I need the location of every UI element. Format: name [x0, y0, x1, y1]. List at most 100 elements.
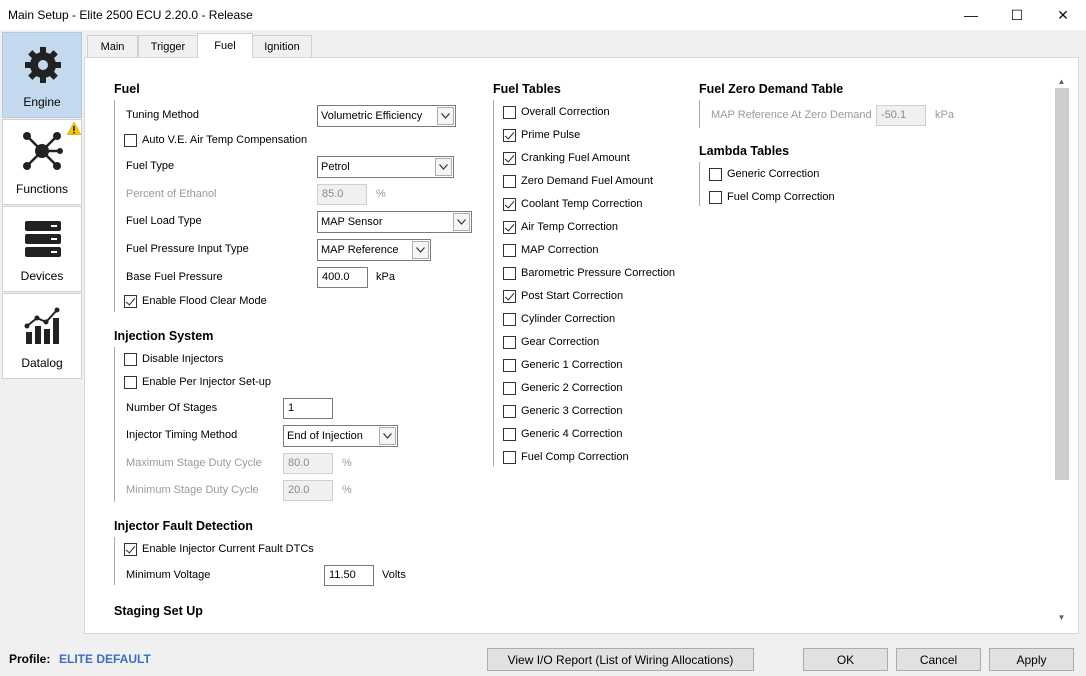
sidebar-item-datalog[interactable]: Datalog	[2, 293, 82, 379]
table-checkbox-label: Post Start Correction	[521, 290, 624, 302]
section-divider	[114, 537, 115, 585]
window-title: Main Setup - Elite 2500 ECU 2.20.0 - Rel…	[8, 8, 253, 22]
table-checkbox[interactable]	[503, 290, 516, 303]
min-duty-input: 20.0	[283, 480, 333, 501]
profile-value: ELITE DEFAULT	[59, 652, 151, 666]
max-duty-input: 80.0	[283, 453, 333, 474]
table-checkbox-label: Generic 1 Correction	[521, 359, 623, 371]
stages-input[interactable]: 1	[283, 398, 333, 419]
table-checkbox-label: Air Temp Correction	[521, 221, 618, 233]
table-checkbox[interactable]	[503, 152, 516, 165]
section-divider	[699, 100, 700, 128]
fuel-type-value: Petrol	[321, 161, 350, 173]
section-divider	[699, 162, 700, 206]
map-ref-label: MAP Reference At Zero Demand	[711, 109, 872, 121]
maximize-button[interactable]: ☐	[994, 0, 1040, 30]
table-checkbox[interactable]	[503, 428, 516, 441]
table-checkbox-label: Gear Correction	[521, 336, 600, 348]
sidebar-item-devices[interactable]: Devices	[2, 206, 82, 292]
table-checkbox[interactable]	[503, 221, 516, 234]
io-report-button[interactable]: View I/O Report (List of Wiring Allocati…	[487, 648, 754, 671]
scrollbar-thumb[interactable]	[1055, 88, 1069, 480]
sidebar-item-functions[interactable]: Functions	[2, 119, 82, 205]
sidebar-item-engine[interactable]: Engine	[2, 32, 82, 118]
injection-section-title: Injection System	[114, 329, 214, 343]
sidebar: Engine Functions Devices Datalog	[0, 30, 83, 380]
table-checkbox[interactable]	[503, 359, 516, 372]
apply-button[interactable]: Apply	[989, 648, 1074, 671]
section-divider	[114, 100, 115, 312]
scroll-down-icon[interactable]: ▼	[1054, 610, 1069, 624]
tab-trigger[interactable]: Trigger	[138, 35, 198, 57]
ok-button[interactable]: OK	[803, 648, 888, 671]
title-bar: Main Setup - Elite 2500 ECU 2.20.0 - Rel…	[0, 0, 1086, 30]
profile-label: Profile:	[9, 652, 51, 666]
gear-icon	[25, 47, 61, 83]
table-checkbox[interactable]	[503, 244, 516, 257]
tab-ignition[interactable]: Ignition	[252, 35, 312, 57]
timing-value: End of Injection	[287, 430, 363, 442]
table-checkbox-label: Fuel Comp Correction	[727, 191, 835, 203]
table-checkbox[interactable]	[503, 451, 516, 464]
flood-clear-checkbox[interactable]	[124, 295, 137, 308]
table-checkbox[interactable]	[709, 191, 722, 204]
tuning-method-label: Tuning Method	[126, 109, 199, 121]
table-checkbox[interactable]	[503, 129, 516, 142]
close-button[interactable]: ✕	[1040, 0, 1086, 30]
chevron-down-icon	[437, 107, 454, 125]
server-stack-icon	[25, 221, 61, 257]
fuel-load-select[interactable]: MAP Sensor	[317, 211, 472, 233]
sidebar-item-label: Engine	[23, 95, 61, 109]
pressure-input-select[interactable]: MAP Reference	[317, 239, 431, 261]
table-checkbox[interactable]	[503, 382, 516, 395]
fuel-type-select[interactable]: Petrol	[317, 156, 454, 178]
table-checkbox[interactable]	[503, 198, 516, 211]
current-fault-label: Enable Injector Current Fault DTCs	[142, 543, 314, 555]
fuel-type-label: Fuel Type	[126, 160, 175, 172]
base-pressure-input[interactable]: 400.0	[317, 267, 368, 288]
current-fault-checkbox[interactable]	[124, 543, 137, 556]
chevron-down-icon	[435, 158, 452, 176]
sidebar-item-label: Functions	[15, 182, 69, 196]
section-divider	[114, 347, 115, 502]
min-voltage-label: Minimum Voltage	[126, 569, 211, 581]
table-checkbox-label: Overall Correction	[521, 106, 610, 118]
per-injector-checkbox[interactable]	[124, 376, 137, 389]
table-checkbox-label: Generic 3 Correction	[521, 405, 623, 417]
table-checkbox-label: Generic Correction	[727, 168, 820, 180]
timing-label: Injector Timing Method	[126, 429, 238, 441]
table-checkbox[interactable]	[503, 267, 516, 280]
fuel-load-label: Fuel Load Type	[126, 215, 202, 227]
table-checkbox[interactable]	[503, 175, 516, 188]
chevron-down-icon	[412, 241, 429, 259]
tab-main[interactable]: Main	[87, 35, 138, 57]
table-checkbox[interactable]	[503, 405, 516, 418]
base-pressure-unit: kPa	[376, 271, 395, 283]
table-checkbox[interactable]	[709, 168, 722, 181]
max-duty-unit: %	[342, 457, 352, 469]
table-checkbox[interactable]	[503, 336, 516, 349]
zero-demand-title: Fuel Zero Demand Table	[699, 82, 844, 96]
tab-fuel[interactable]: Fuel	[197, 33, 253, 58]
min-voltage-input[interactable]: 11.50	[324, 565, 374, 586]
section-divider	[493, 100, 494, 466]
fault-section-title: Injector Fault Detection	[114, 519, 253, 533]
per-injector-label: Enable Per Injector Set-up	[142, 376, 272, 388]
pressure-input-value: MAP Reference	[321, 244, 399, 256]
fuel-load-value: MAP Sensor	[321, 216, 383, 228]
sidebar-item-label: Devices	[20, 269, 64, 283]
cancel-button[interactable]: Cancel	[896, 648, 981, 671]
map-ref-input: -50.1	[876, 105, 926, 126]
timing-select[interactable]: End of Injection	[283, 425, 398, 447]
scroll-up-icon[interactable]: ▲	[1054, 74, 1069, 88]
table-checkbox[interactable]	[503, 106, 516, 119]
auto-ve-checkbox[interactable]	[124, 134, 137, 147]
minimize-button[interactable]: —	[948, 0, 994, 30]
table-checkbox[interactable]	[503, 313, 516, 326]
ethanol-unit: %	[376, 188, 386, 200]
min-voltage-unit: Volts	[382, 569, 406, 581]
flood-clear-label: Enable Flood Clear Mode	[142, 295, 267, 307]
tuning-method-select[interactable]: Volumetric Efficiency	[317, 105, 456, 127]
table-checkbox-label: Prime Pulse	[521, 129, 581, 141]
disable-injectors-checkbox[interactable]	[124, 353, 137, 366]
